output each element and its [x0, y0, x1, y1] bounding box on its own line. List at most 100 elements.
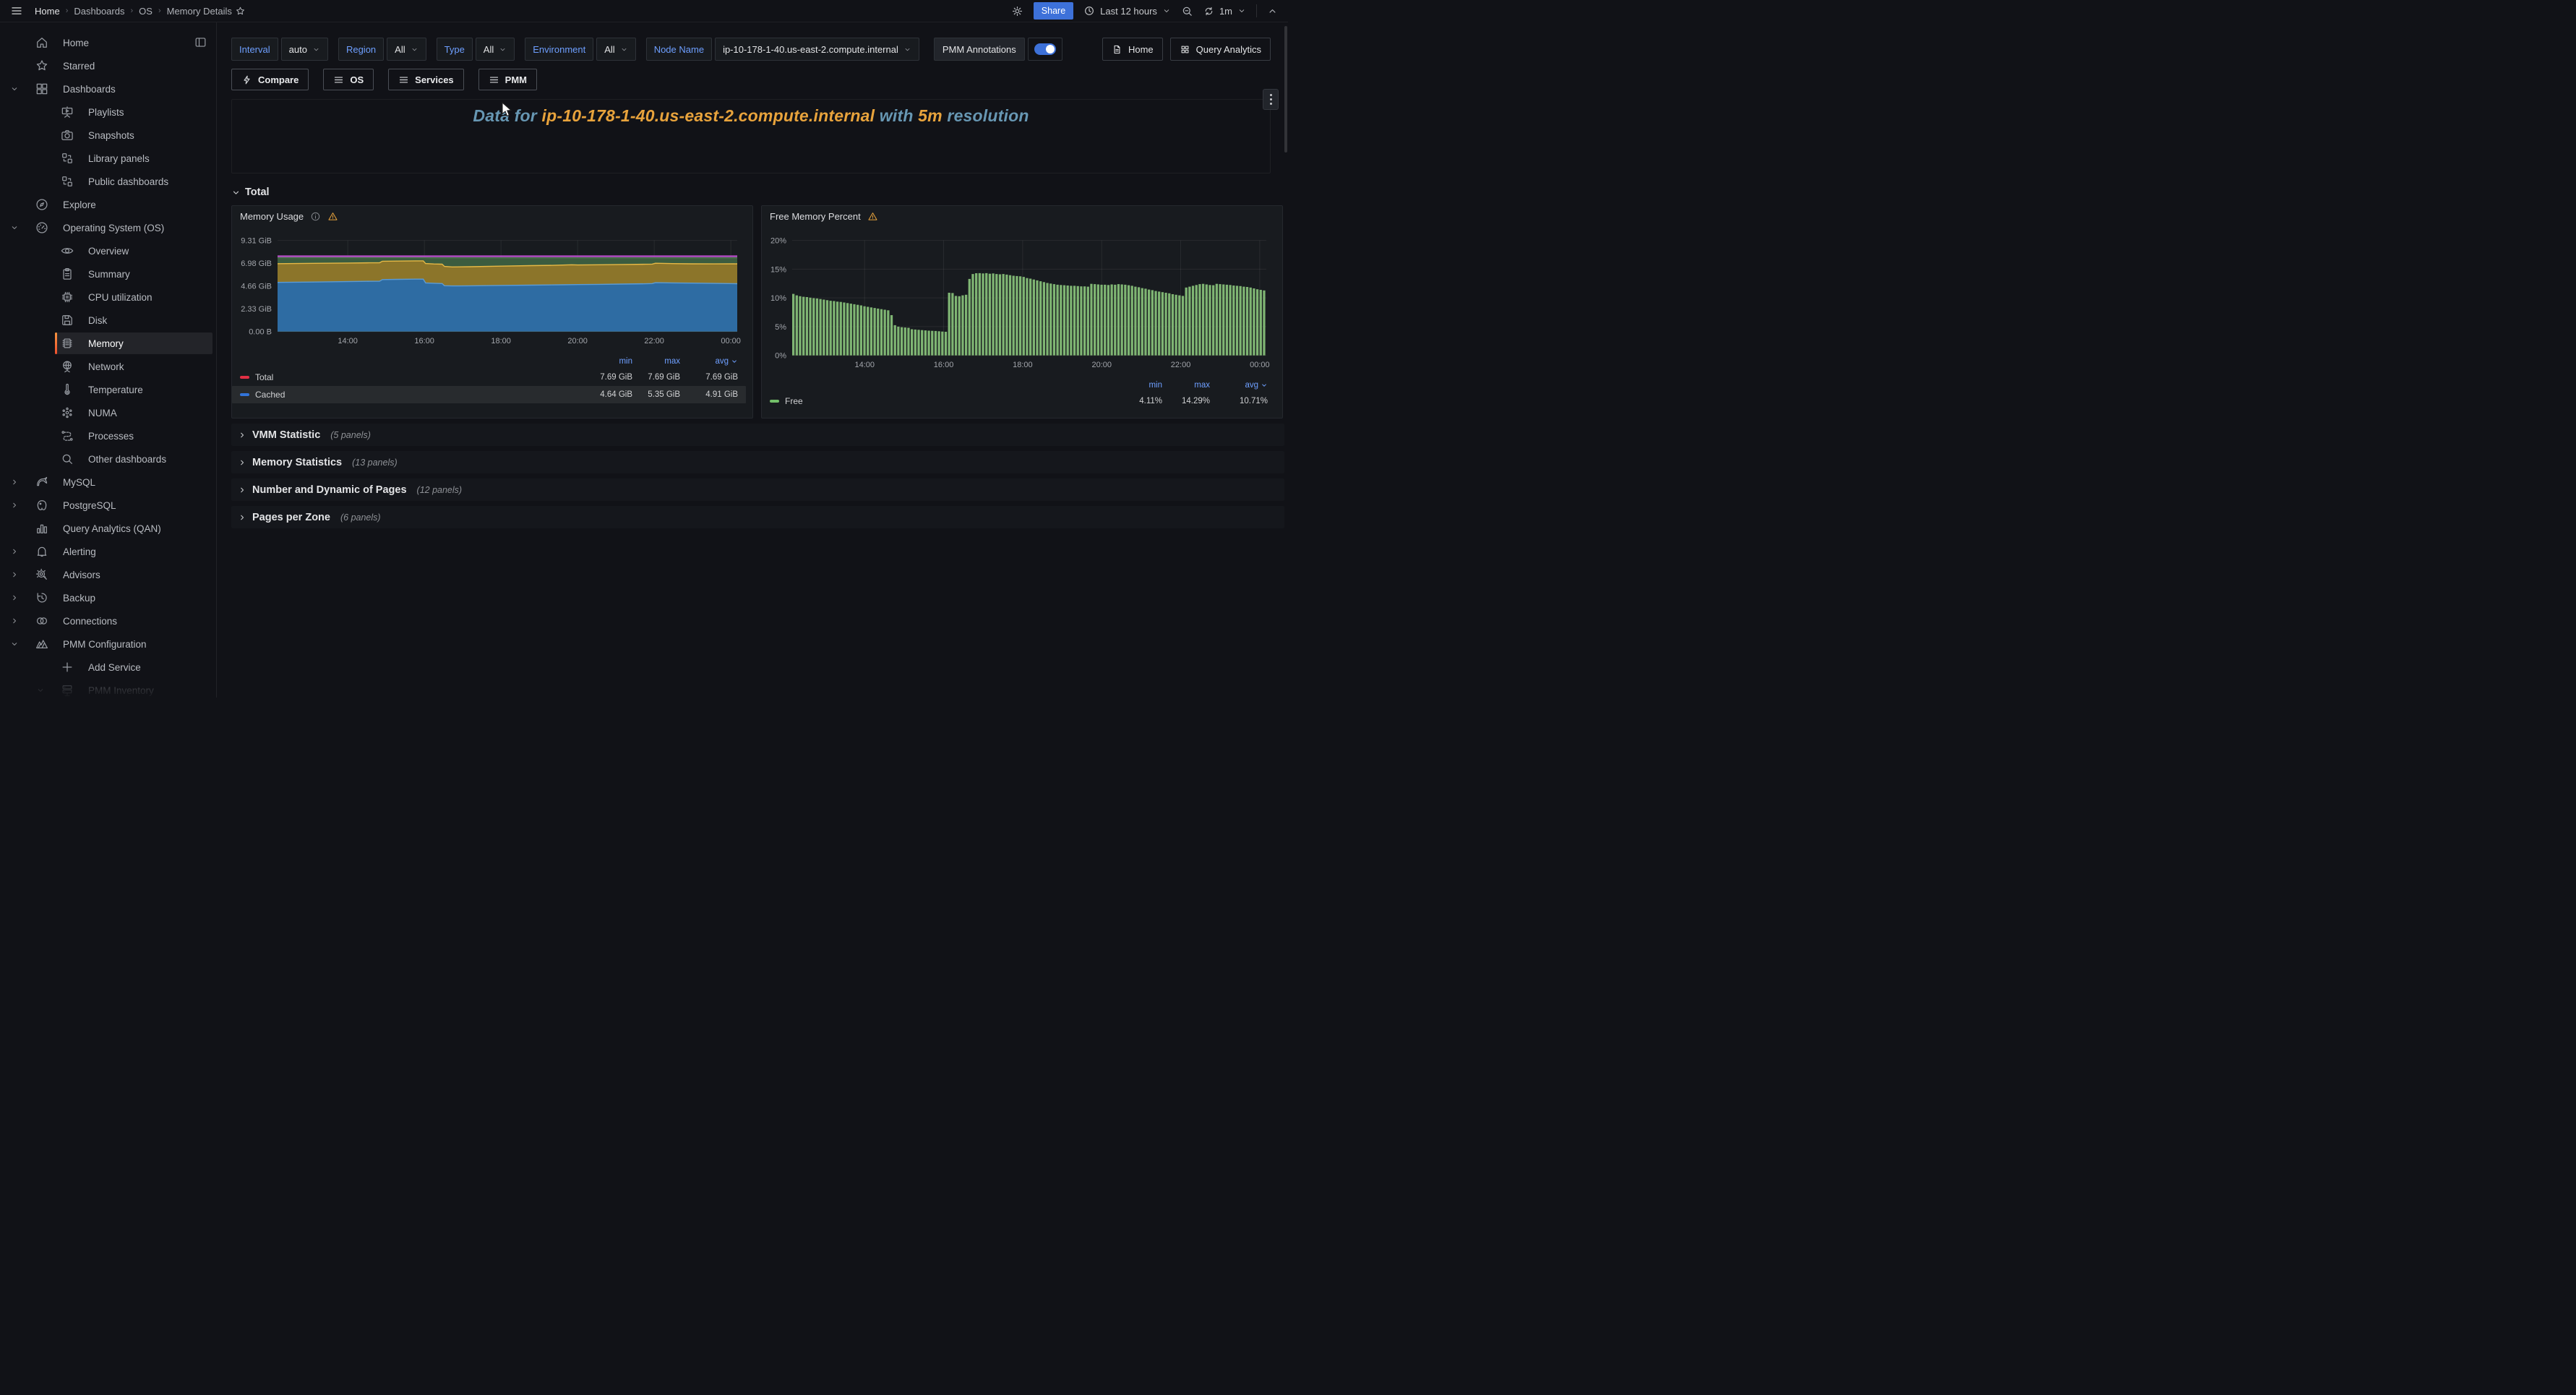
sidebar-item-public-dashboards[interactable]: Public dashboards — [0, 170, 216, 193]
sidebar-item-alerting[interactable]: Alerting — [0, 540, 216, 563]
chevron-right-icon — [238, 431, 246, 439]
variable-value-dropdown[interactable]: All — [387, 38, 426, 61]
legend-sort-avg[interactable]: avg — [680, 357, 738, 366]
chevron-down-icon[interactable] — [7, 640, 22, 648]
breadcrumb-item-home[interactable]: Home — [35, 6, 60, 17]
breadcrumb-item-memory-details[interactable]: Memory Details — [167, 6, 232, 17]
sidebar-item-summary[interactable]: Summary — [0, 262, 216, 286]
bell-icon — [35, 544, 49, 559]
legend-sort-max[interactable]: max — [632, 357, 680, 366]
time-range-label: Last 12 hours — [1100, 6, 1157, 17]
toggle-switch — [1034, 43, 1056, 55]
sidebar-item-backup[interactable]: Backup — [0, 586, 216, 609]
zoom-out-icon[interactable] — [1181, 5, 1193, 17]
legend-row-cached[interactable]: Cached4.64 GiB5.35 GiB4.91 GiB — [232, 386, 746, 403]
svg-text:18:00: 18:00 — [491, 337, 511, 345]
sidebar-item-label: Other dashboards — [88, 454, 166, 465]
sidebar-item-overview[interactable]: Overview — [0, 239, 216, 262]
sidebar-item-numa[interactable]: NUMA — [0, 401, 216, 424]
sidebar-item-temperature[interactable]: Temperature — [0, 378, 216, 401]
sidebar-item-dashboards[interactable]: Dashboards — [0, 77, 216, 100]
link-button-compare[interactable]: Compare — [231, 69, 309, 90]
collapse-topbar-icon[interactable] — [1267, 6, 1278, 17]
sidebar-item-other-dashboards[interactable]: Other dashboards — [0, 447, 216, 471]
sidebar-mega-menu: HomeStarredDashboardsPlaylistsSnapshotsL… — [0, 22, 217, 698]
legend-sort-min[interactable]: min — [1115, 381, 1162, 390]
chevron-right-icon[interactable] — [7, 593, 22, 602]
chevron-down-icon[interactable] — [33, 686, 48, 695]
sidebar-item-processes[interactable]: Processes — [0, 424, 216, 447]
variable-value-dropdown[interactable]: auto — [281, 38, 328, 61]
row-number-and-dynamic-of-pages[interactable]: Number and Dynamic of Pages(12 panels) — [231, 478, 1284, 501]
sidebar-item-library-panels[interactable]: Library panels — [0, 147, 216, 170]
warning-icon[interactable] — [867, 211, 878, 222]
info-icon[interactable] — [310, 211, 321, 222]
variable-value-dropdown[interactable]: ip-10-178-1-40.us-east-2.compute.interna… — [715, 38, 919, 61]
share-button[interactable]: Share — [1034, 2, 1073, 20]
chart-canvas-memory-usage[interactable]: 0.00 B2.33 GiB4.66 GiB6.98 GiB9.31 GiB14… — [232, 206, 754, 374]
chevron-right-icon[interactable] — [7, 501, 22, 510]
chevron-right-icon[interactable] — [7, 617, 22, 625]
sidebar-item-postgresql[interactable]: PostgreSQL — [0, 494, 216, 517]
home-button[interactable]: Home — [1102, 38, 1163, 61]
sidebar-item-add-service[interactable]: Add Service — [0, 656, 216, 679]
chevron-right-icon[interactable] — [7, 570, 22, 579]
link-button-os[interactable]: OS — [323, 69, 374, 90]
legend-sort-max[interactable]: max — [1162, 381, 1210, 390]
pmm-annotations-toggle[interactable] — [1028, 38, 1062, 61]
settings-gear-icon[interactable] — [1011, 5, 1023, 17]
breadcrumb-item-os[interactable]: OS — [139, 6, 153, 17]
svg-text:16:00: 16:00 — [414, 337, 434, 345]
chevron-right-icon[interactable] — [7, 478, 22, 486]
panel-title[interactable]: Memory Usage — [240, 211, 304, 222]
sidebar-item-pmm-inventory[interactable]: PMM Inventory — [0, 679, 216, 698]
favorite-star-icon[interactable] — [235, 6, 246, 17]
chart-canvas-free-memory-percent[interactable]: 0%5%10%15%20%14:0016:0018:0020:0022:0000… — [762, 206, 1284, 374]
chevron-down-icon[interactable] — [7, 85, 22, 93]
row-memory-statistics[interactable]: Memory Statistics(13 panels) — [231, 451, 1284, 473]
sidebar-item-playlists[interactable]: Playlists — [0, 100, 216, 124]
query-analytics-button[interactable]: Query Analytics — [1170, 38, 1271, 61]
variable-value-dropdown[interactable]: All — [596, 38, 635, 61]
panel-title[interactable]: Free Memory Percent — [770, 211, 861, 222]
sidebar-item-pmm-configuration[interactable]: PMM Configuration — [0, 632, 216, 656]
sidebar-item-query-analytics-qan[interactable]: Query Analytics (QAN) — [0, 517, 216, 540]
legend-row-free[interactable]: Free4.11%14.29%10.71% — [770, 392, 1268, 410]
time-range-picker[interactable]: Last 12 hours — [1083, 5, 1171, 17]
scrollbar[interactable] — [1284, 26, 1287, 153]
sidebar-item-explore[interactable]: Explore — [0, 193, 216, 216]
sidebar-item-network[interactable]: Network — [0, 355, 216, 378]
sidebar-item-label: Backup — [63, 593, 95, 604]
legend-sort-avg[interactable]: avg — [1210, 381, 1268, 390]
variable-value-dropdown[interactable]: All — [476, 38, 515, 61]
sidebar-item-starred[interactable]: Starred — [0, 54, 216, 77]
sidebar-item-advisors[interactable]: Advisors — [0, 563, 216, 586]
link-button-pmm[interactable]: PMM — [478, 69, 537, 90]
sidebar-item-mysql[interactable]: MySQL — [0, 471, 216, 494]
legend-sort-min[interactable]: min — [585, 357, 632, 366]
row-total[interactable]: Total — [231, 183, 1288, 202]
sidebar-item-operating-system-os[interactable]: Operating System (OS) — [0, 216, 216, 239]
legend-row-total[interactable]: Total7.69 GiB7.69 GiB7.69 GiB — [240, 369, 738, 386]
sidebar-item-home[interactable]: Home — [0, 31, 216, 54]
series-color-swatch — [770, 400, 779, 403]
refresh-picker[interactable]: 1m — [1203, 6, 1246, 17]
menu-toggle-icon[interactable] — [10, 4, 23, 17]
chevron-down-icon — [231, 188, 241, 197]
link-button-services[interactable]: Services — [388, 69, 464, 90]
row-pages-per-zone[interactable]: Pages per Zone(6 panels) — [231, 506, 1284, 528]
warning-icon[interactable] — [327, 211, 338, 222]
sidebar-item-cpu-utilization[interactable]: CPU utilization — [0, 286, 216, 309]
chevron-right-icon[interactable] — [7, 547, 22, 556]
breadcrumb-item-dashboards[interactable]: Dashboards — [74, 6, 124, 17]
cpu-icon — [60, 290, 74, 304]
chevron-down-icon[interactable] — [7, 223, 22, 232]
dock-menu-icon[interactable] — [194, 35, 207, 49]
panel-menu-button[interactable] — [1263, 89, 1279, 110]
sidebar-item-connections[interactable]: Connections — [0, 609, 216, 632]
sidebar-item-snapshots[interactable]: Snapshots — [0, 124, 216, 147]
row-vmm-statistic[interactable]: VMM Statistic(5 panels) — [231, 424, 1284, 446]
sidebar-item-disk[interactable]: Disk — [0, 309, 216, 332]
sidebar-item-memory[interactable]: Memory — [0, 332, 216, 355]
compass-icon — [35, 197, 49, 212]
